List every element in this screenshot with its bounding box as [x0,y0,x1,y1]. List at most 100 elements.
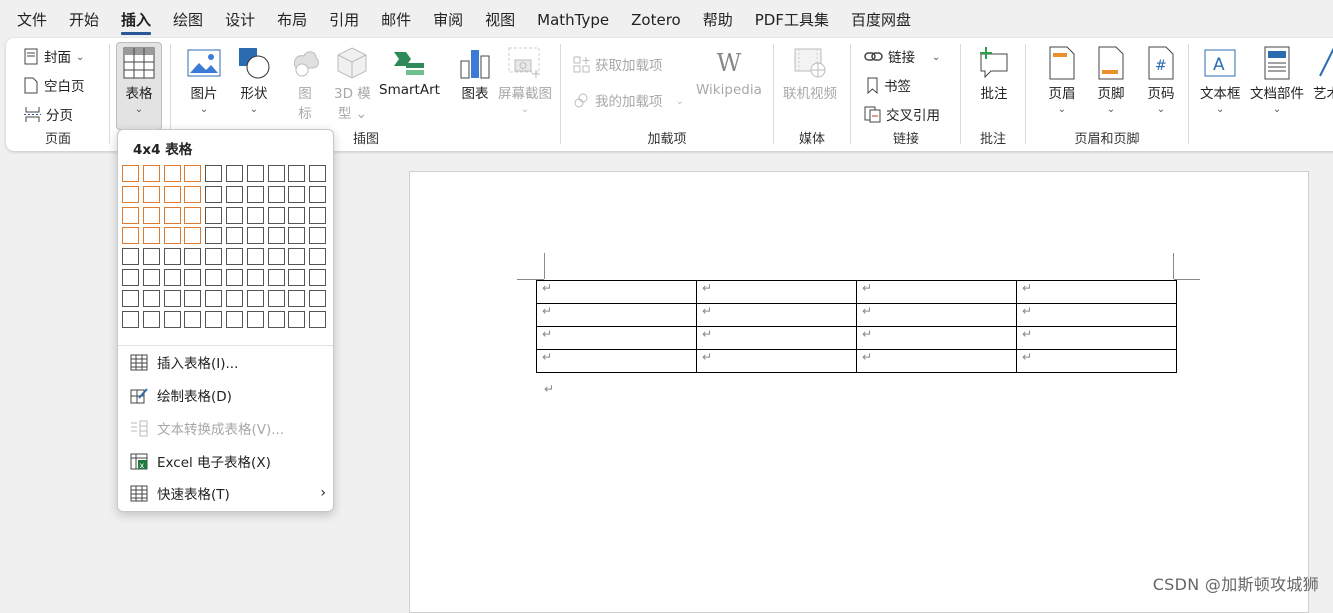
grid-cell[interactable] [163,269,181,286]
grid-cell[interactable] [163,289,181,307]
table-cell[interactable]: ↵ [696,326,857,350]
menu-tab[interactable]: 引用 [318,0,370,38]
grid-cell[interactable] [267,185,285,203]
new-comment-button[interactable]: 批注 [976,44,1012,102]
table-cell[interactable]: ↵ [536,326,697,350]
grid-cell[interactable] [226,269,243,286]
menu-tab[interactable]: 设计 [214,0,266,38]
table-cell[interactable]: ↵ [856,349,1017,373]
grid-cell[interactable] [267,165,285,182]
wordart-button[interactable]: 艺术字 [1313,44,1333,102]
grid-cell-selected[interactable] [163,206,181,224]
grid-cell[interactable] [267,310,285,328]
grid-cell[interactable] [226,185,243,203]
cross-reference-button[interactable]: 交叉引用 [864,104,940,124]
grid-cell[interactable] [122,248,139,266]
table-cell[interactable]: ↵ [696,349,857,373]
grid-cell-selected[interactable] [142,227,160,245]
grid-cell[interactable] [309,289,327,307]
grid-cell[interactable] [246,227,264,245]
grid-cell[interactable] [267,248,285,266]
grid-cell[interactable] [309,206,327,224]
menu-tab[interactable]: 审阅 [422,0,474,38]
grid-cell[interactable] [246,165,264,182]
grid-cell-selected[interactable] [122,185,139,203]
grid-cell[interactable] [309,227,327,245]
grid-cell[interactable] [246,269,264,286]
table-button[interactable]: 表格 ⌄ [116,42,162,130]
bookmark-button[interactable]: 书签 [866,75,911,95]
page-number-button[interactable]: # 页码 ⌄ [1143,44,1179,115]
grid-cell[interactable] [205,227,223,245]
table-cell[interactable]: ↵ [536,349,697,373]
header-button[interactable]: 页眉 ⌄ [1044,44,1080,115]
grid-cell[interactable] [226,165,243,182]
menu-tab[interactable]: PDF工具集 [744,0,840,38]
textbox-button[interactable]: A 文本框 ⌄ [1200,44,1241,115]
shapes-button[interactable]: 形状 ⌄ [236,44,272,115]
grid-cell[interactable] [142,310,160,328]
smartart-button[interactable]: SmartArt [379,44,440,98]
grid-cell[interactable] [226,206,243,224]
menu-tab[interactable]: 邮件 [370,0,422,38]
picture-button[interactable]: 图片 ⌄ [186,44,222,115]
grid-cell[interactable] [267,206,285,224]
grid-cell[interactable] [205,206,223,224]
grid-cell[interactable] [309,165,327,182]
menu-tab[interactable]: 帮助 [692,0,744,38]
table-cell[interactable]: ↵ [1016,349,1177,373]
grid-cell-selected[interactable] [122,227,139,245]
grid-cell[interactable] [288,248,306,266]
grid-cell[interactable] [122,269,139,286]
table-cell[interactable]: ↵ [1016,303,1177,327]
grid-cell[interactable] [205,165,223,182]
grid-cell[interactable] [288,310,306,328]
grid-cell[interactable] [205,185,223,203]
excel-spreadsheet-menu-item[interactable]: x Excel 电子表格(X) [130,451,326,471]
table-cell[interactable]: ↵ [1016,326,1177,350]
grid-cell[interactable] [288,165,306,182]
quick-parts-button[interactable]: 文档部件 ⌄ [1250,44,1304,115]
grid-cell-selected[interactable] [142,206,160,224]
table-cell[interactable]: ↵ [856,303,1017,327]
grid-cell[interactable] [267,227,285,245]
convert-text-to-table-menu-item[interactable]: 文本转换成表格(V)... [130,418,326,438]
grid-cell[interactable] [205,269,223,286]
blank-page-button[interactable]: 空白页 [24,75,85,95]
grid-cell[interactable] [226,227,243,245]
menu-tab[interactable]: 百度网盘 [840,0,922,38]
menu-tab[interactable]: 插入 [110,0,162,38]
grid-cell[interactable] [163,310,181,328]
page-break-button[interactable]: 分页 [24,104,73,124]
my-addins-button[interactable]: 我的加载项 ⌄ [573,90,684,110]
grid-cell[interactable] [288,185,306,203]
grid-cell[interactable] [246,206,264,224]
icons-button[interactable]: 图 标 [287,44,323,122]
grid-cell-selected[interactable] [163,165,181,182]
grid-cell[interactable] [267,289,285,307]
quick-tables-menu-item[interactable]: 快速表格(T) › [130,483,326,503]
grid-cell[interactable] [309,185,327,203]
grid-cell[interactable] [288,289,306,307]
menu-tab[interactable]: MathType [526,0,620,38]
wikipedia-button[interactable]: W Wikipedia [696,44,762,98]
draw-table-menu-item[interactable]: 绘制表格(D) [130,385,326,405]
menu-tab[interactable]: 开始 [58,0,110,38]
table-cell[interactable]: ↵ [696,303,857,327]
grid-cell[interactable] [163,248,181,266]
table-cell[interactable]: ↵ [536,303,697,327]
grid-cell[interactable] [226,310,243,328]
grid-cell[interactable] [142,289,160,307]
table-cell[interactable]: ↵ [856,326,1017,350]
grid-cell[interactable] [184,248,202,266]
link-button[interactable]: 链接 ⌄ [864,46,940,66]
grid-cell[interactable] [309,269,327,286]
grid-cell[interactable] [246,289,264,307]
grid-cell[interactable] [142,269,160,286]
grid-cell[interactable] [309,310,327,328]
grid-cell[interactable] [205,310,223,328]
menu-tab[interactable]: Zotero [620,0,692,38]
footer-button[interactable]: 页脚 ⌄ [1093,44,1129,115]
grid-cell[interactable] [142,248,160,266]
grid-cell-selected[interactable] [142,165,160,182]
